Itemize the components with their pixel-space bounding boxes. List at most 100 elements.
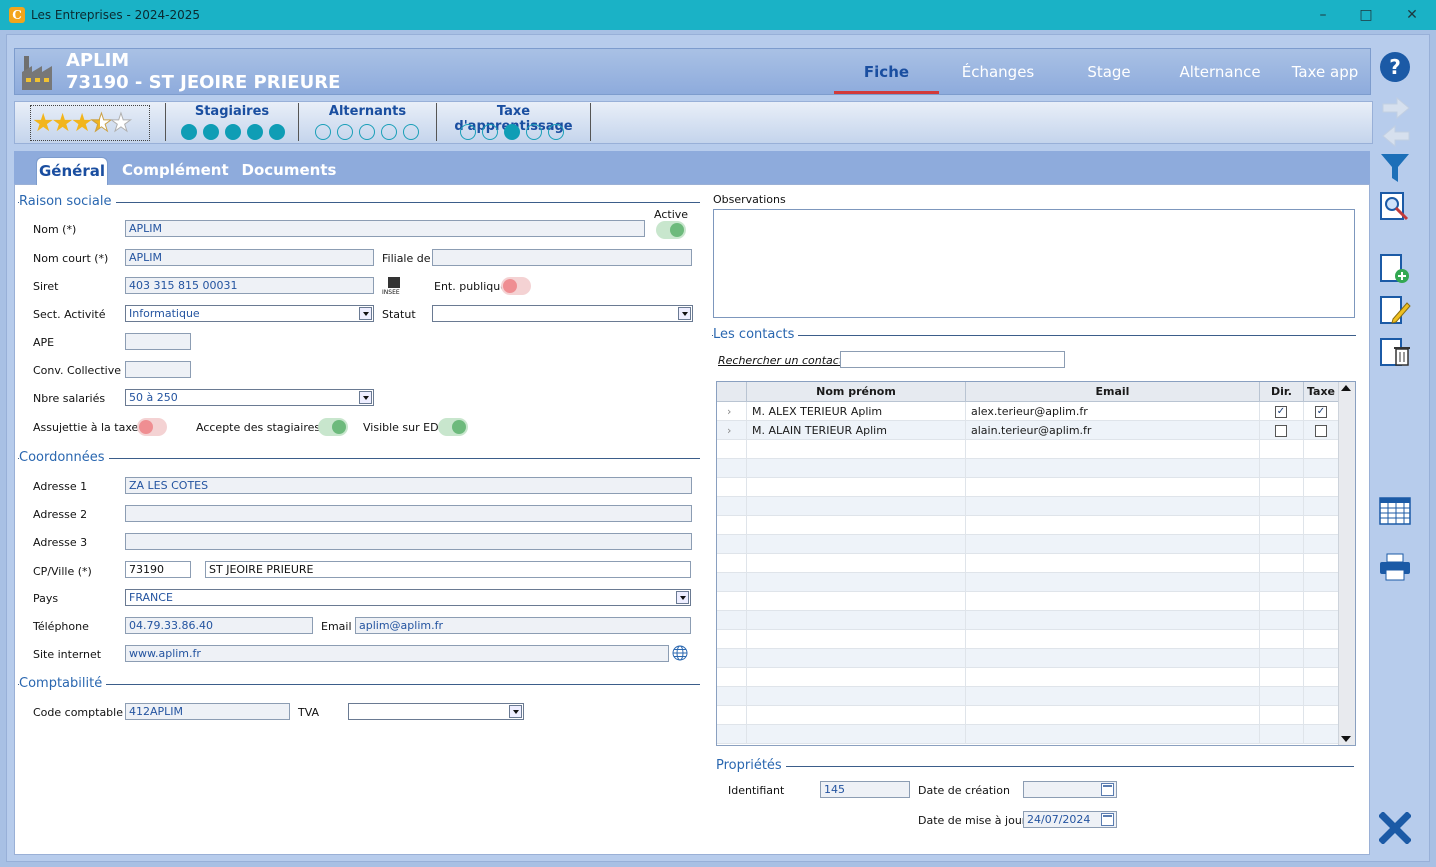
tab-general[interactable]: Général (36, 157, 108, 185)
nom-field[interactable]: APLIM (125, 220, 645, 237)
help-icon[interactable]: ? (1379, 51, 1411, 83)
observations-textarea[interactable] (713, 209, 1355, 318)
tel-field[interactable]: 04.79.33.86.40 (125, 617, 313, 634)
half-star-icon[interactable]: ★ (90, 108, 114, 138)
empty-table-row (717, 440, 1339, 459)
table-row[interactable]: › M. ALAIN TERIEUR Aplim alain.terieur@a… (717, 421, 1339, 440)
filiale-field[interactable] (432, 249, 692, 266)
globe-icon[interactable] (672, 645, 688, 661)
section-raison-sociale: Raison sociale (19, 194, 116, 209)
assujettie-toggle[interactable] (137, 418, 167, 436)
empty-table-row (717, 554, 1339, 573)
cp-field[interactable]: 73190 (125, 561, 191, 578)
new-record-icon[interactable] (1379, 253, 1411, 285)
empty-cell (1260, 459, 1304, 478)
section-rule (18, 458, 700, 459)
stagiaires-toggle[interactable] (318, 418, 348, 436)
star-icon[interactable]: ★ (51, 108, 73, 137)
taxe-checkbox[interactable] (1315, 425, 1327, 437)
secteur-select[interactable]: Informatique (125, 305, 374, 322)
star-icon[interactable]: ★ (32, 108, 54, 137)
col-email[interactable]: Email (966, 382, 1260, 402)
search-contact-link[interactable]: Rechercher un contact (718, 354, 843, 367)
ape-field[interactable] (125, 333, 191, 350)
empty-cell (1260, 706, 1304, 725)
empty-cell (966, 630, 1260, 649)
adresse3-field[interactable] (125, 533, 692, 550)
star-icon[interactable]: ★ (71, 108, 93, 137)
minimize-button[interactable]: – (1300, 0, 1346, 30)
empty-cell (747, 592, 966, 611)
email-field[interactable]: aplim@aplim.fr (355, 617, 691, 634)
adresse1-field[interactable]: ZA LES COTES (125, 477, 692, 494)
table-icon[interactable] (1379, 496, 1411, 526)
conv-field[interactable] (125, 361, 191, 378)
taxe-checkbox[interactable]: ✓ (1315, 406, 1327, 418)
identifiant-label: Identifiant (728, 784, 785, 797)
search-icon[interactable] (1379, 191, 1411, 223)
filter-icon[interactable] (1379, 152, 1411, 184)
scroll-down-icon[interactable] (1341, 736, 1351, 742)
row-arrow-icon: › (717, 402, 747, 421)
tva-select[interactable] (348, 703, 524, 720)
col-taxe[interactable]: Taxe (1304, 382, 1339, 402)
edit-icon[interactable] (1379, 295, 1411, 327)
app-icon: C (9, 7, 25, 23)
code-comptable-field[interactable]: 412APLIM (125, 703, 290, 720)
indicator-dot (247, 124, 263, 140)
tab-echanges[interactable]: Échanges (950, 62, 1046, 94)
table-row[interactable]: › M. ALEX TERIEUR Aplim alex.terieur@apl… (717, 402, 1339, 421)
indicator-dot (269, 124, 285, 140)
col-nom-prenom[interactable]: Nom prénom (747, 382, 966, 402)
siret-field[interactable]: 403 315 815 00031 (125, 277, 374, 294)
ent-publique-toggle[interactable] (501, 277, 531, 295)
empty-cell (1304, 554, 1339, 573)
scroll-up-icon[interactable] (1341, 385, 1351, 391)
salaries-select[interactable]: 50 à 250 (125, 389, 374, 406)
tab-taxe-app[interactable]: Taxe app (1285, 62, 1365, 94)
insee-label: INSEE (382, 289, 400, 296)
empty-cell (1260, 649, 1304, 668)
empty-cell (717, 611, 747, 630)
next-icon[interactable] (1381, 96, 1411, 120)
tab-alternance[interactable]: Alternance (1170, 62, 1270, 94)
empty-star-icon[interactable]: ★ (109, 108, 133, 138)
col-dir[interactable]: Dir. (1260, 382, 1304, 402)
rating-stars[interactable]: ★★★★★ (32, 108, 133, 138)
adresse2-field[interactable] (125, 505, 692, 522)
empty-cell (1260, 630, 1304, 649)
active-toggle[interactable] (656, 221, 686, 239)
empty-cell (747, 516, 966, 535)
maximize-button[interactable]: □ (1343, 0, 1389, 30)
pays-select[interactable]: FRANCE (125, 589, 691, 606)
empty-cell (1304, 459, 1339, 478)
nom-court-label: Nom court (*) (33, 252, 109, 265)
dir-checkbox[interactable] (1275, 425, 1287, 437)
maj-label: Date de mise à jour (918, 814, 1027, 827)
statut-select[interactable] (432, 305, 693, 322)
dir-checkbox[interactable]: ✓ (1275, 406, 1287, 418)
pays-label: Pays (33, 592, 59, 605)
empty-cell (1304, 573, 1339, 592)
nom-court-field[interactable]: APLIM (125, 249, 374, 266)
calendar-icon[interactable] (1101, 783, 1114, 796)
maj-date-field[interactable]: 24/07/2024 (1023, 811, 1117, 828)
tab-stage[interactable]: Stage (1070, 62, 1148, 94)
close-window-button[interactable]: ✕ (1389, 0, 1435, 30)
search-contact-input[interactable] (840, 351, 1065, 368)
tab-complement[interactable]: Complément (122, 157, 229, 185)
visible-toggle[interactable] (438, 418, 468, 436)
previous-icon[interactable] (1381, 124, 1411, 148)
tab-fiche[interactable]: Fiche (834, 62, 939, 94)
table-scrollbar[interactable] (1338, 382, 1355, 745)
creation-date-field[interactable] (1023, 781, 1117, 798)
delete-icon[interactable] (1379, 337, 1411, 369)
ville-field[interactable]: ST JEOIRE PRIEURE (205, 561, 691, 578)
site-field[interactable]: www.aplim.fr (125, 645, 669, 662)
empty-cell (1260, 497, 1304, 516)
calendar-icon[interactable] (1101, 813, 1114, 826)
print-icon[interactable] (1379, 552, 1411, 582)
close-icon[interactable] (1379, 812, 1411, 844)
tab-documents[interactable]: Documents (240, 157, 338, 185)
insee-icon[interactable] (388, 277, 400, 288)
